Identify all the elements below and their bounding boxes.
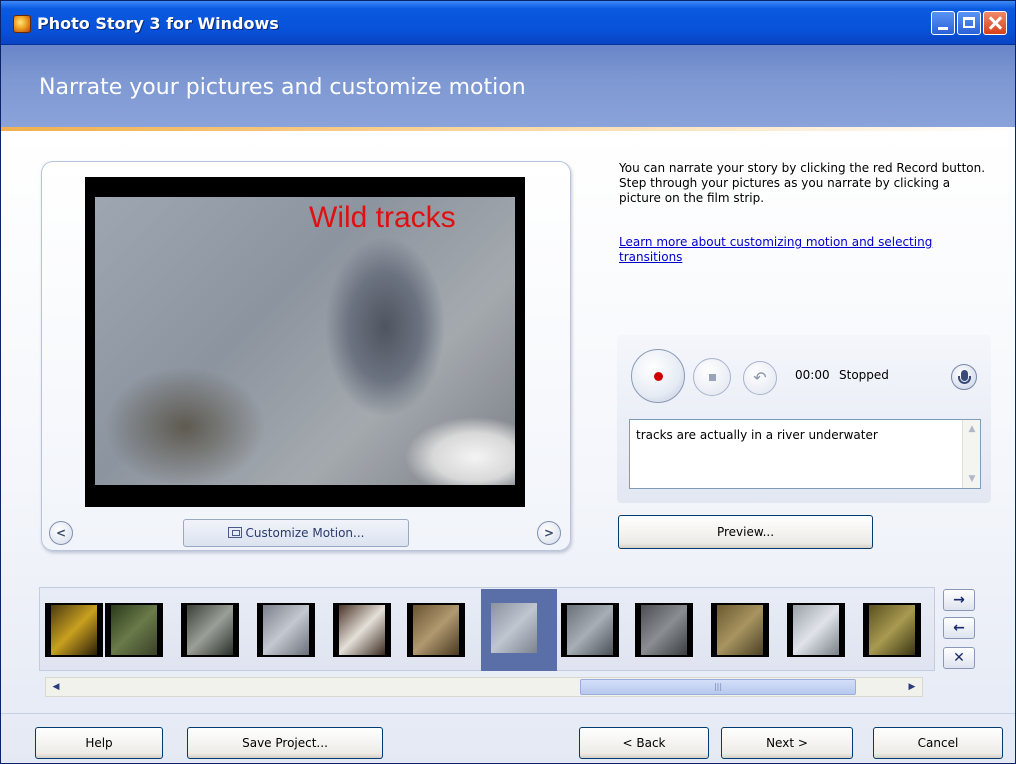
filmstrip-thumbnail[interactable] — [333, 603, 391, 657]
thumbnail-image — [187, 605, 233, 655]
help-button[interactable]: Help — [35, 727, 163, 759]
page-title: Narrate your pictures and customize moti… — [39, 75, 526, 100]
customize-motion-icon — [227, 527, 242, 538]
scroll-left-icon[interactable]: ◀ — [48, 679, 64, 695]
thumbnail-image — [869, 605, 915, 655]
microphone-button[interactable] — [951, 364, 977, 390]
title-bar: Photo Story 3 for Windows — [1, 1, 1015, 45]
photo-story-window: Photo Story 3 for Windows Narrate your p… — [0, 0, 1016, 764]
recording-status: Stopped — [839, 368, 889, 382]
thumbnail-image — [413, 605, 459, 655]
filmstrip-thumbnail[interactable] — [787, 603, 845, 657]
stop-button[interactable] — [693, 358, 731, 396]
narration-textbox[interactable]: tracks are actually in a river underwate… — [629, 419, 981, 489]
minimize-button[interactable] — [931, 11, 955, 35]
thumbnail-image — [339, 605, 385, 655]
filmstrip-thumbnail[interactable] — [561, 603, 619, 657]
filmstrip-thumbnail[interactable] — [257, 603, 315, 657]
scrollbar-thumb[interactable]: ||| — [580, 679, 856, 695]
filmstrip-thumbnail[interactable] — [407, 603, 465, 657]
undo-button[interactable]: ↶ — [743, 361, 777, 395]
recording-timer: 00:00 — [795, 368, 830, 382]
narration-text-value: tracks are actually in a river underwate… — [636, 428, 878, 442]
thumbnail-image — [793, 605, 839, 655]
footer-divider — [1, 713, 1015, 714]
remove-picture-button[interactable]: ✕ — [943, 647, 975, 669]
thumbnail-image — [491, 603, 537, 653]
next-picture-button[interactable]: > — [537, 521, 561, 545]
filmstrip-thumbnail[interactable] — [45, 603, 103, 657]
app-icon — [13, 15, 31, 33]
customize-motion-button[interactable]: Customize Motion... — [183, 519, 409, 547]
preview-image: Wild tracks — [95, 197, 515, 485]
thumbnail-image — [641, 605, 687, 655]
scroll-down-icon[interactable]: ▼ — [965, 472, 979, 486]
back-button[interactable]: < Back — [579, 727, 709, 759]
filmstrip-thumbnail[interactable] — [105, 603, 163, 657]
scroll-up-icon[interactable]: ▲ — [965, 422, 979, 436]
photo-caption: Wild tracks — [309, 201, 456, 234]
learn-more-link[interactable]: Learn more about customizing motion and … — [619, 235, 989, 265]
thumbnail-image — [263, 605, 309, 655]
filmstrip-thumbnail[interactable] — [485, 601, 543, 655]
filmstrip-thumbnail[interactable] — [181, 603, 239, 657]
previous-picture-button[interactable]: < — [49, 521, 73, 545]
filmstrip-thumbnail[interactable] — [863, 603, 921, 657]
save-project-button[interactable]: Save Project... — [187, 727, 383, 759]
thumbnail-image — [567, 605, 613, 655]
move-left-button[interactable]: ← — [943, 617, 975, 639]
close-button[interactable] — [983, 11, 1007, 35]
stop-icon — [709, 374, 716, 381]
customize-motion-label: Customize Motion... — [245, 526, 365, 540]
maximize-button[interactable] — [957, 11, 981, 35]
narration-scrollbar[interactable]: ▲ ▼ — [962, 420, 980, 488]
filmstrip-thumbnail[interactable] — [635, 603, 693, 657]
scroll-right-icon[interactable]: ▶ — [904, 679, 920, 695]
thumbnail-image — [717, 605, 763, 655]
preview-button[interactable]: Preview... — [618, 515, 873, 549]
record-button[interactable] — [631, 349, 685, 403]
instructions-text: You can narrate your story by clicking t… — [619, 161, 986, 205]
record-icon — [654, 372, 663, 381]
undo-icon: ↶ — [753, 368, 767, 387]
filmstrip-thumbnail[interactable] — [711, 603, 769, 657]
window-title: Photo Story 3 for Windows — [37, 14, 279, 33]
next-button[interactable]: Next > — [721, 727, 853, 759]
film-strip-scrollbar[interactable]: ◀ ||| ▶ — [45, 677, 923, 697]
cancel-button[interactable]: Cancel — [873, 727, 1003, 759]
move-right-button[interactable]: → — [943, 589, 975, 611]
thumbnail-image — [111, 605, 157, 655]
header-band: Narrate your pictures and customize moti… — [1, 45, 1015, 127]
thumbnail-image — [51, 605, 97, 655]
